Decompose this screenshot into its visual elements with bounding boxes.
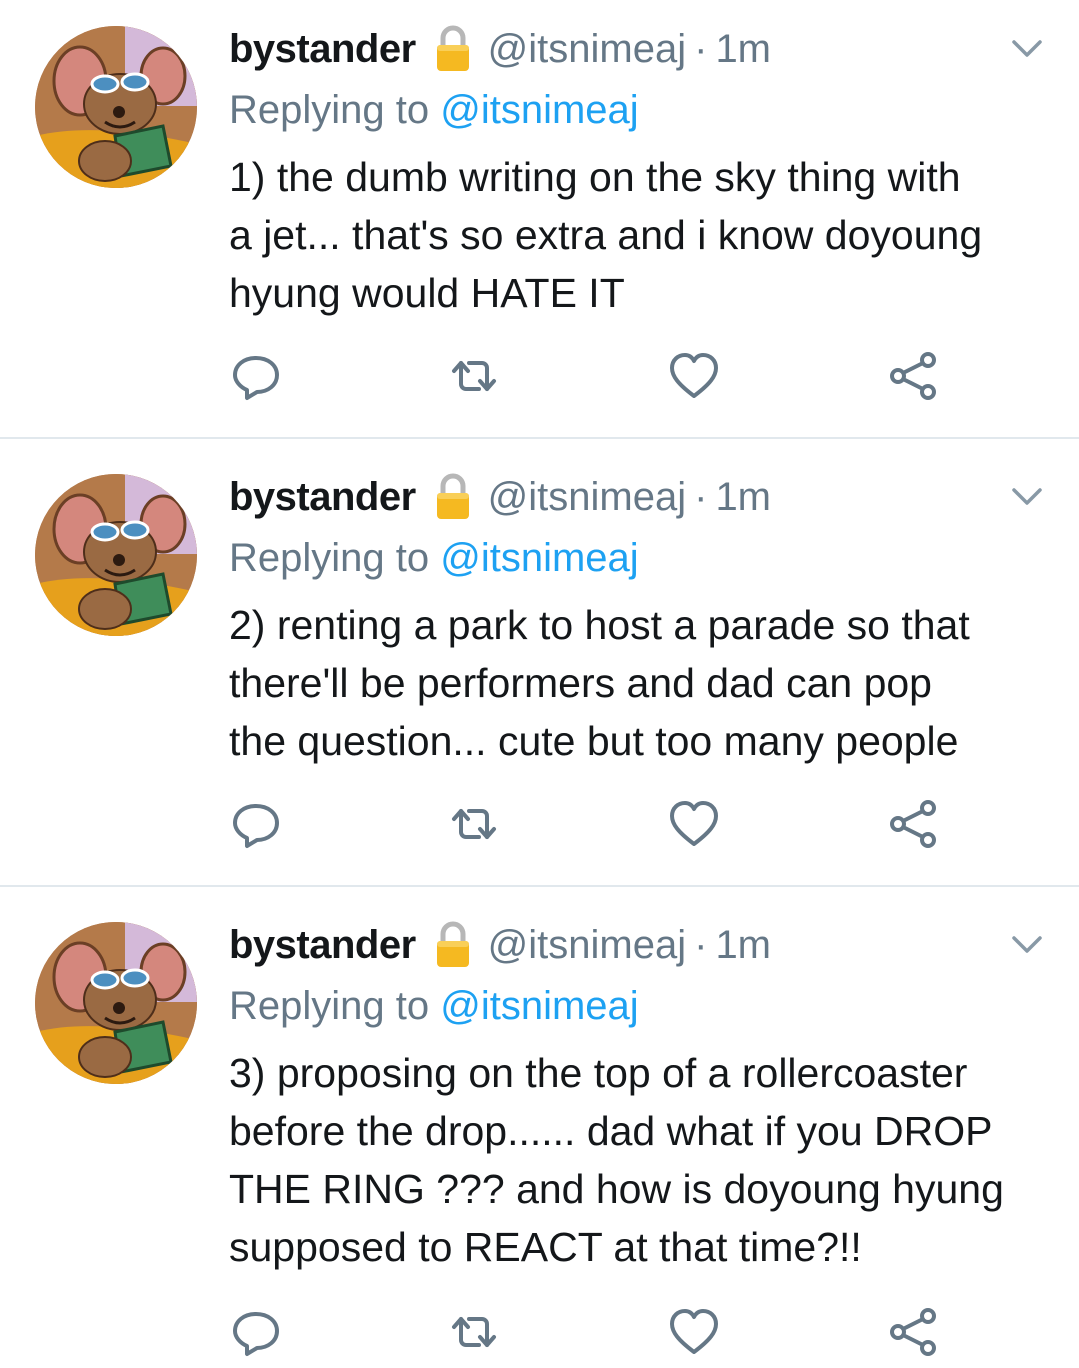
retweet-icon[interactable]: [448, 1306, 500, 1358]
tweet-header: bystander @itsnimeaj · 1m: [229, 22, 771, 76]
tweet-header: bystander @itsnimeaj · 1m: [229, 470, 771, 524]
avatar[interactable]: [35, 474, 197, 636]
timestamp[interactable]: 1m: [715, 27, 771, 72]
lock-icon: [434, 24, 472, 74]
mouse-cartoon-avatar: [35, 922, 197, 1084]
replying-prefix: Replying to: [229, 88, 441, 132]
share-icon[interactable]: [887, 1306, 939, 1358]
timestamp[interactable]: 1m: [715, 923, 771, 968]
timeline: bystander @itsnimeaj · 1m Replying to @i…: [0, 0, 1079, 1368]
separator-dot: ·: [694, 26, 708, 71]
reply-icon[interactable]: [230, 1306, 282, 1358]
heart-icon[interactable]: [668, 1306, 720, 1358]
retweet-icon[interactable]: [448, 350, 500, 402]
reply-icon[interactable]: [230, 798, 282, 850]
replying-to: Replying to @itsnimeaj: [229, 984, 639, 1029]
divider: [0, 437, 1079, 439]
display-name[interactable]: bystander: [229, 923, 416, 968]
separator-dot: ·: [694, 922, 708, 967]
mouse-cartoon-avatar: [35, 26, 197, 188]
tweet-actions: [0, 798, 1079, 850]
timestamp[interactable]: 1m: [715, 475, 771, 520]
mouse-cartoon-avatar: [35, 474, 197, 636]
chevron-down-icon[interactable]: [1009, 932, 1045, 958]
tweet-text: 1) the dumb writing on the sky thing wit…: [229, 154, 983, 316]
tweet[interactable]: bystander @itsnimeaj · 1m Replying to @i…: [0, 896, 1079, 1356]
reply-icon[interactable]: [230, 350, 282, 402]
replying-handle-link[interactable]: @itsnimeaj: [440, 536, 638, 580]
display-name[interactable]: bystander: [229, 475, 416, 520]
replying-prefix: Replying to: [229, 536, 441, 580]
replying-handle-link[interactable]: @itsnimeaj: [440, 88, 638, 132]
display-name[interactable]: bystander: [229, 27, 416, 72]
avatar[interactable]: [35, 922, 197, 1084]
heart-icon[interactable]: [668, 798, 720, 850]
lock-icon: [434, 472, 472, 522]
tweet-text: 2) renting a park to host a parade so th…: [229, 602, 970, 764]
retweet-icon[interactable]: [448, 798, 500, 850]
tweet-header: bystander @itsnimeaj · 1m: [229, 918, 771, 972]
chevron-down-icon[interactable]: [1009, 484, 1045, 510]
user-handle[interactable]: @itsnimeaj: [488, 923, 686, 968]
replying-handle-link[interactable]: @itsnimeaj: [440, 984, 638, 1028]
separator-dot: ·: [694, 474, 708, 519]
replying-to: Replying to @itsnimeaj: [229, 536, 639, 581]
replying-to: Replying to @itsnimeaj: [229, 88, 639, 133]
divider: [0, 885, 1079, 887]
tweet-text: 3) proposing on the top of a rollercoast…: [229, 1050, 1004, 1270]
share-icon[interactable]: [887, 798, 939, 850]
user-handle[interactable]: @itsnimeaj: [488, 475, 686, 520]
user-handle[interactable]: @itsnimeaj: [488, 27, 686, 72]
tweet-actions: [0, 1306, 1079, 1358]
share-icon[interactable]: [887, 350, 939, 402]
chevron-down-icon[interactable]: [1009, 36, 1045, 62]
replying-prefix: Replying to: [229, 984, 441, 1028]
tweet[interactable]: bystander @itsnimeaj · 1m Replying to @i…: [0, 448, 1079, 896]
tweet[interactable]: bystander @itsnimeaj · 1m Replying to @i…: [0, 0, 1079, 448]
heart-icon[interactable]: [668, 350, 720, 402]
tweet-actions: [0, 350, 1079, 402]
lock-icon: [434, 920, 472, 970]
avatar[interactable]: [35, 26, 197, 188]
